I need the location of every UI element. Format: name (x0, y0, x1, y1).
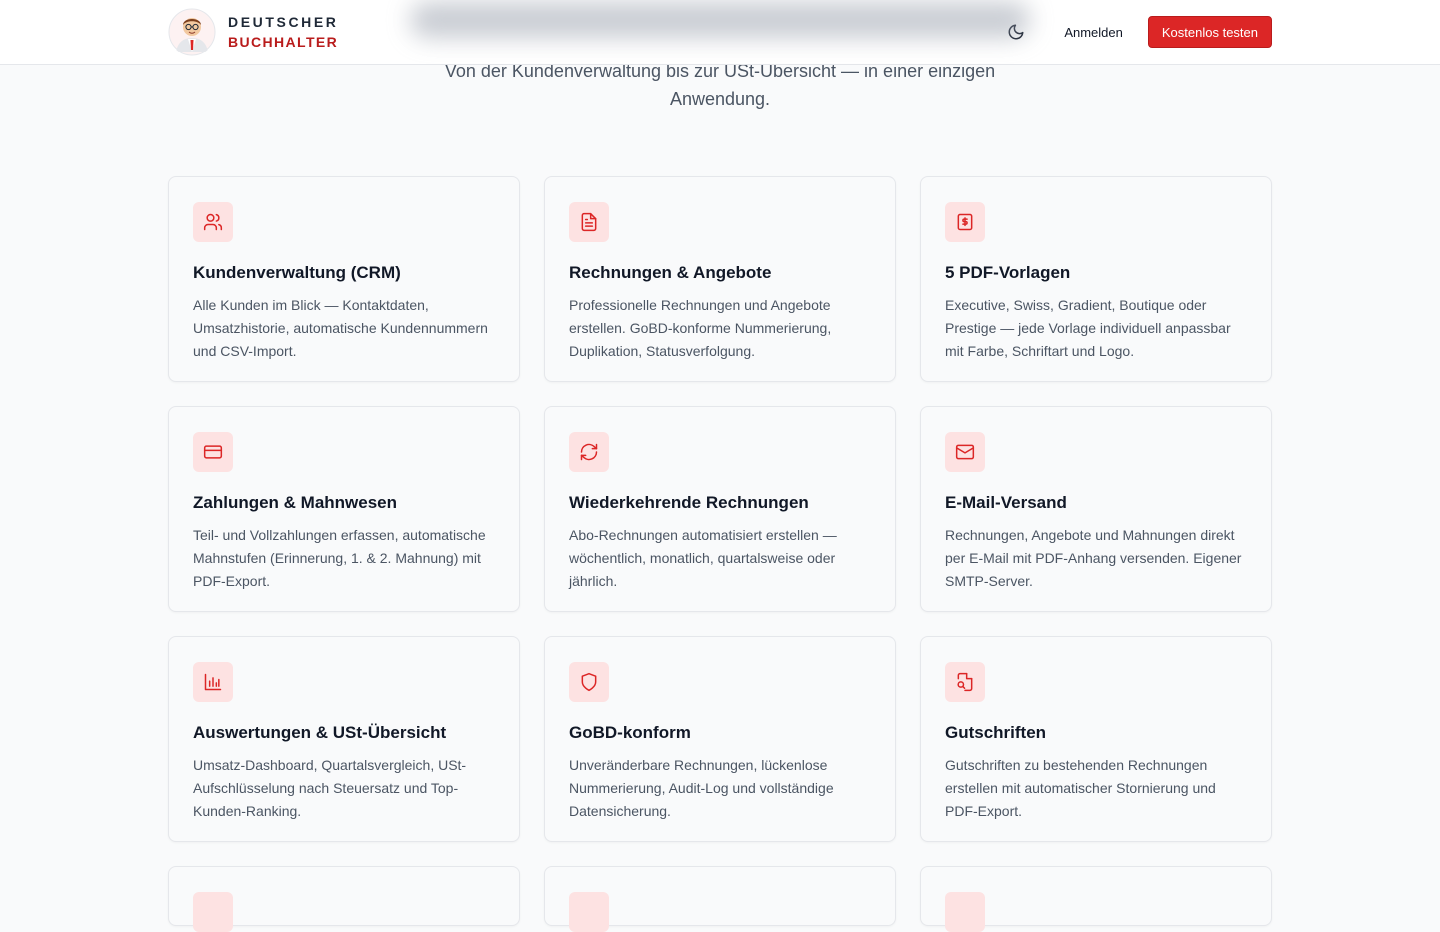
feature-description: Gutschriften zu bestehenden Rechnungen e… (945, 757, 1216, 819)
receipt-dollar-icon (957, 213, 973, 231)
feature-icon-box (569, 202, 609, 242)
credit-card-icon (203, 445, 223, 459)
feature-title: Kundenverwaltung (CRM) (193, 263, 401, 282)
feature-description: Unveränderbare Rechnungen, lückenlose Nu… (569, 757, 834, 819)
feature-card[interactable]: Gutschriften Gutschriften zu bestehenden… (920, 636, 1272, 842)
feature-card-partial[interactable] (544, 866, 896, 932)
feature-title: Zahlungen & Mahnwesen (193, 493, 398, 512)
feature-icon-box (193, 892, 233, 932)
feature-description: Professionelle Rechnungen und Angebote e… (569, 297, 832, 359)
feature-icon-box (193, 202, 233, 242)
features-grid: Kundenverwaltung (CRM) Alle Kunden im Bl… (168, 176, 1272, 932)
refresh-icon (580, 443, 598, 461)
feature-title: Rechnungen & Angebote (569, 263, 772, 282)
feature-title: Wiederkehrende Rechnungen (569, 493, 809, 512)
login-link[interactable]: Anmelden (1052, 19, 1135, 46)
feature-icon-box (945, 892, 985, 932)
feature-icon-box (193, 432, 233, 472)
feature-title: 5 PDF-Vorlagen (945, 263, 1071, 282)
feature-description: Teil- und Vollzahlungen erfassen, automa… (193, 527, 486, 589)
feature-card[interactable]: 5 PDF-Vorlagen Executive, Swiss, Gradien… (920, 176, 1272, 382)
feature-card-partial[interactable] (168, 866, 520, 932)
feature-description: Abo-Rechnungen automatisiert erstellen —… (569, 527, 837, 589)
users-icon (203, 213, 223, 231)
brand-wordmark: DEUTSCHER BUCHHALTER (228, 12, 339, 52)
feature-description: Executive, Swiss, Gradient, Boutique ode… (945, 297, 1231, 359)
feature-icon-box (569, 892, 609, 932)
brand-home-link[interactable]: DEUTSCHER BUCHHALTER (168, 8, 339, 56)
feature-icon-box (945, 202, 985, 242)
shield-icon (581, 672, 597, 692)
scrolled-hero-heading (410, 2, 1030, 38)
feature-description: Rechnungen, Angebote und Mahnungen direk… (945, 527, 1242, 589)
feature-description: Alle Kunden im Blick — Kontaktdaten, Ums… (193, 297, 488, 359)
feature-title: Gutschriften (945, 723, 1047, 742)
feature-card[interactable]: GoBD-konform Unveränderbare Rechnungen, … (544, 636, 896, 842)
mail-icon (955, 444, 975, 460)
free-trial-button[interactable]: Kostenlos testen (1147, 16, 1272, 48)
feature-title: Auswertungen & USt-Übersicht (193, 723, 447, 742)
feature-title: GoBD-konform (569, 723, 691, 742)
feature-icon-box (569, 432, 609, 472)
feature-icon-box (193, 662, 233, 702)
feature-title: E-Mail-Versand (945, 493, 1067, 512)
feature-card[interactable]: Zahlungen & Mahnwesen Teil- und Vollzahl… (168, 406, 520, 612)
feature-card[interactable]: Kundenverwaltung (CRM) Alle Kunden im Bl… (168, 176, 520, 382)
feature-description: Umsatz-Dashboard, Quartalsvergleich, USt… (193, 757, 467, 819)
feature-card[interactable]: Wiederkehrende Rechnungen Abo-Rechnungen… (544, 406, 896, 612)
accountant-mascot-logo (168, 8, 216, 56)
nav-actions: Anmelden Kostenlos testen (1000, 16, 1272, 48)
feature-icon-box (945, 432, 985, 472)
feature-icon-box (945, 662, 985, 702)
feature-card[interactable]: Rechnungen & Angebote Professionelle Rec… (544, 176, 896, 382)
brand-line-1: DEUTSCHER (228, 14, 339, 30)
feature-card[interactable]: E-Mail-Versand Rechnungen, Angebote und … (920, 406, 1272, 612)
feature-icon-box (569, 662, 609, 702)
file-search-icon (957, 672, 973, 692)
feature-card-partial[interactable] (920, 866, 1272, 932)
feature-card[interactable]: Auswertungen & USt-Übersicht Umsatz-Dash… (168, 636, 520, 842)
brand-line-2: BUCHHALTER (228, 34, 339, 50)
features-subtitle: Von der Kundenverwaltung bis zur USt-Übe… (444, 61, 996, 109)
bar-chart-icon (204, 673, 222, 691)
file-text-icon (581, 212, 597, 232)
